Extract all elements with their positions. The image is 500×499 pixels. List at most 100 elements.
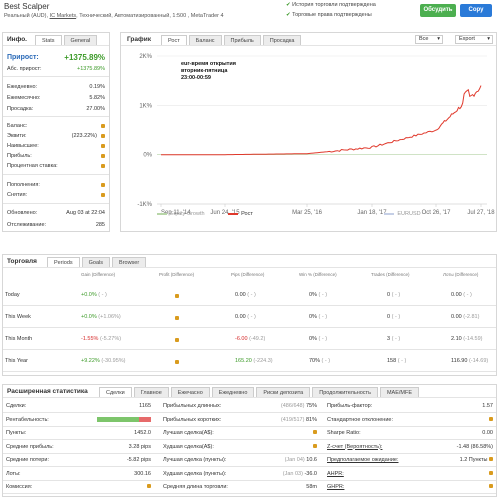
tab-goals[interactable]: Goals [81, 257, 111, 267]
stat-label: Сделки: [6, 403, 27, 409]
pips-cell: 0.00 ( - ) [235, 292, 256, 298]
stat-label: Предполагаемое ожидание: [327, 457, 399, 463]
lock-icon [101, 134, 105, 138]
pips-cell: -6.00 (-49.2) [235, 336, 266, 342]
chart-panel: График Рост Баланс Прибыль Просадка Все ▾… [120, 32, 497, 232]
stat-label: Худшая сделка (пункты): [163, 470, 227, 477]
check-icon: ✔ [286, 2, 291, 8]
stat-label: AHPR: [327, 470, 344, 477]
info-tabs: Stats General [35, 35, 98, 45]
lock-icon [175, 294, 179, 298]
stat-value [407, 416, 493, 424]
stats-tabs: Сделки Главное Ежечасно Ежедневно Риски … [99, 387, 419, 397]
trades-cell: 3 ( - ) [387, 336, 401, 342]
stats-title: Расширенная статистика [7, 388, 88, 395]
period-label: This Year [5, 358, 28, 364]
tab-mae-mfe[interactable]: MAE/MFE [379, 387, 419, 397]
lock-icon [313, 443, 317, 448]
profitability-bar [97, 416, 151, 422]
col-trades: Trades (Difference) [371, 272, 410, 277]
info-title: Инфо. [7, 36, 27, 43]
lock-icon [101, 154, 105, 158]
updated-row: Обновлено: Aug 03 at 22:04 [7, 210, 105, 216]
lock-icon [313, 430, 317, 434]
tab-periods[interactable]: Periods [47, 257, 80, 267]
pips-cell: 165.20 (-224.3) [235, 358, 273, 364]
check-icon: ✔ [286, 12, 291, 18]
profit-cell [175, 293, 179, 301]
balance-row: Баланс: [7, 122, 105, 131]
stat-label: Прибыль-фактор: [327, 403, 373, 409]
trades-cell: 0 ( - ) [387, 314, 401, 320]
withdrawals-row: Снятия: [7, 191, 105, 200]
stat-label: Пункты: [6, 430, 27, 436]
legend-growth[interactable]: Рост [228, 211, 253, 217]
lock-icon [489, 470, 493, 475]
stat-label: Худшая сделка(A$): [163, 443, 214, 450]
gain-value: +1375.89% [64, 53, 105, 62]
y-tick-label: -1K% [137, 202, 152, 208]
tab-trades[interactable]: Сделки [99, 387, 132, 397]
trading-panel: Торговля Periods Goals Browser Gain (Dif… [2, 254, 497, 376]
copy-button[interactable]: Copy [460, 4, 492, 17]
lots-cell: 2.10 (-14.59) [451, 336, 483, 342]
tab-daily[interactable]: Ежедневно [211, 387, 255, 397]
period-label: Today [5, 292, 20, 298]
stat-value: 1165 [139, 403, 151, 409]
lock-icon [489, 457, 493, 461]
trades-cell: 0 ( - ) [387, 292, 401, 298]
tab-profit[interactable]: Прибыль [223, 35, 261, 45]
legend-line-equity [157, 212, 167, 215]
legend-line-growth [228, 212, 239, 215]
stat-value: (Jan 04) 10.6 [284, 457, 317, 463]
chart-tabs: Рост Баланс Прибыль Просадка [161, 35, 302, 45]
verified-rights: ✔ Торговые права подтверждены [286, 12, 372, 18]
tab-browser[interactable]: Browser [112, 257, 147, 267]
tab-duration[interactable]: Продолжительность [312, 387, 378, 397]
lock-icon [489, 484, 493, 488]
tab-balance[interactable]: Баланс [188, 35, 222, 45]
system-subtitle: Реальный (AUD), IC Markets, Технический,… [4, 13, 224, 19]
range-select[interactable]: Все ▾ [415, 35, 443, 44]
legend-equity[interactable]: Equity Growth [157, 211, 205, 217]
stat-label: Sharpe Ratio: [327, 430, 361, 436]
period-label: This Week [5, 314, 31, 320]
equity-row: Эквити: (223.22%) [7, 132, 105, 141]
col-win: Win % (Difference) [299, 272, 337, 277]
tab-drawdown[interactable]: Просадка [262, 35, 302, 45]
win-cell: 70% ( - ) [309, 358, 331, 364]
broker-link[interactable]: IC Markets [50, 13, 77, 19]
monthly-row: Ежемесячно: 5.82% [7, 95, 105, 101]
stat-label: GHPR: [327, 484, 345, 490]
stat-value: 1.57 [482, 403, 493, 409]
stat-value: (Jan 03) -36.0 [282, 470, 317, 477]
tab-risk[interactable]: Риски депозита [256, 387, 311, 397]
gain-cell: +9.22% (-30.95%) [81, 358, 126, 364]
stat-value [255, 429, 317, 437]
stat-label: Z-счет (Вероятность): [327, 443, 383, 450]
profit-cell [175, 359, 179, 367]
tab-growth[interactable]: Рост [161, 35, 187, 45]
stat-value [255, 443, 317, 451]
chevron-down-icon: ▾ [487, 36, 490, 42]
export-select[interactable]: Export ▾ [455, 35, 493, 44]
pips-cell: 0.00 ( - ) [235, 314, 256, 320]
lock-icon [101, 144, 105, 148]
chart-legend: Equity Growth Рост EURUSD [157, 211, 421, 217]
stat-value: 300.16 [134, 470, 151, 477]
chevron-down-icon: ▾ [437, 36, 440, 42]
chart-annotation: eur-время открытия вторник-пятница 23:00… [181, 61, 236, 81]
stat-label: Стандартное отклонение: [327, 416, 393, 423]
tab-general[interactable]: General [63, 35, 98, 45]
tab-hourly[interactable]: Ежечасно [170, 387, 210, 397]
legend-eurusd[interactable]: EURUSD [384, 211, 421, 217]
highest-row: Наивысшее: [7, 142, 105, 151]
stat-label: Лоты: [6, 470, 21, 477]
trading-title: Торговля [7, 258, 37, 265]
subscribe-button[interactable]: Обсудить [420, 4, 456, 17]
tab-summary[interactable]: Главное [133, 387, 169, 397]
stat-value: 58m [306, 484, 317, 490]
tab-stats[interactable]: Stats [35, 35, 62, 45]
lock-icon [101, 124, 105, 128]
stat-label: Комиссия: [6, 484, 33, 490]
